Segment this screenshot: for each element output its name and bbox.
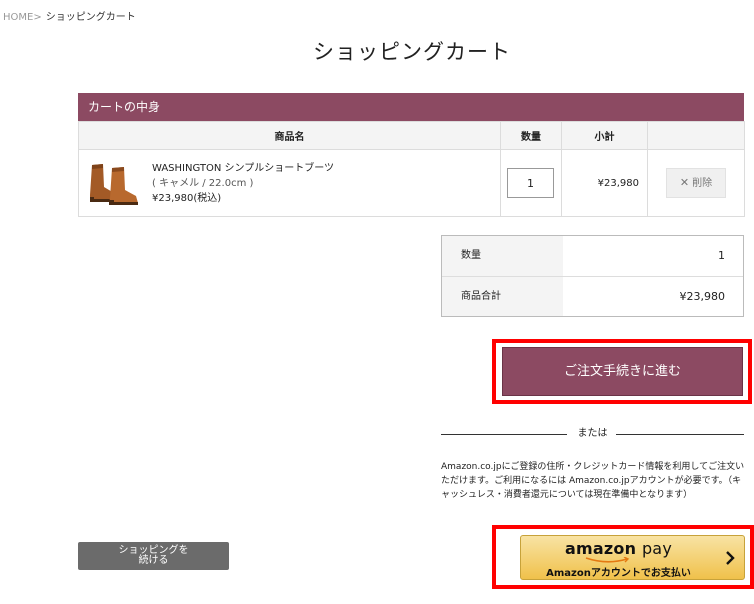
summary-quantity-label: 数量 bbox=[442, 236, 563, 276]
summary-row-quantity: 数量 1 bbox=[442, 236, 743, 276]
breadcrumb-current: ショッピングカート bbox=[45, 12, 136, 23]
cart-table: 商品名 数量 小計 WASHINGTON シンプルショートブーツ (キャメル … bbox=[78, 121, 745, 217]
column-header-product: 商品名 bbox=[78, 121, 501, 150]
amazon-pay-note: Amazon.co.jpにご登録の住所・クレジットカード情報を利用してご注文いた… bbox=[441, 462, 745, 500]
cart-heading: カートの中身 bbox=[78, 93, 744, 121]
breadcrumb: HOME> ショッピングカート bbox=[3, 8, 136, 23]
pay-logo-text: pay bbox=[641, 539, 672, 558]
summary-total-value: ¥23,980 bbox=[679, 290, 726, 303]
breadcrumb-separator: > bbox=[33, 12, 42, 23]
column-header-actions bbox=[647, 121, 745, 150]
amazon-smile-icon bbox=[585, 557, 630, 563]
product-variant: ( キャメル / 22.0cm ) bbox=[152, 177, 254, 189]
summary-quantity-value: 1 bbox=[718, 249, 725, 262]
product-price: ¥23,980(税込) bbox=[152, 192, 222, 204]
order-summary: 数量 1 商品合計 ¥23,980 bbox=[441, 235, 744, 317]
actions-cell: ✕ 削除 bbox=[647, 149, 745, 217]
quantity-input[interactable] bbox=[507, 168, 554, 198]
cart-header-row: 商品名 数量 小計 bbox=[78, 121, 745, 150]
continue-shopping-line2: 続ける bbox=[138, 555, 169, 566]
delete-label: 削除 bbox=[692, 178, 713, 189]
or-divider: または bbox=[441, 426, 744, 442]
continue-shopping-button[interactable]: ショッピングを 続ける bbox=[78, 542, 229, 570]
table-row: WASHINGTON シンプルショートブーツ ( キャメル / 22.0cm )… bbox=[78, 149, 745, 217]
amazon-pay-button[interactable]: amazon pay Amazonアカウントでお支払い bbox=[520, 535, 745, 580]
close-icon: ✕ bbox=[679, 176, 690, 189]
amazon-logo-text: amazon bbox=[565, 539, 637, 558]
quantity-cell bbox=[500, 149, 562, 217]
subtotal-cell: ¥23,980 bbox=[561, 149, 648, 217]
delete-button[interactable]: ✕ 削除 bbox=[666, 168, 726, 198]
chevron-right-icon bbox=[726, 551, 735, 565]
column-header-quantity: 数量 bbox=[500, 121, 562, 150]
amazon-pay-logo: amazon pay bbox=[521, 539, 716, 558]
amazon-pay-sub-label: Amazonアカウントでお支払い bbox=[546, 568, 691, 579]
product-cell: WASHINGTON シンプルショートブーツ ( キャメル / 22.0cm )… bbox=[78, 149, 501, 217]
proceed-to-checkout-button[interactable]: ご注文手続きに進む bbox=[502, 347, 743, 396]
column-header-subtotal: 小計 bbox=[561, 121, 648, 150]
cart-panel: カートの中身 商品名 数量 小計 WASHINGTON シンプルショートブーツ … bbox=[78, 93, 745, 217]
summary-total-label: 商品合計 bbox=[442, 277, 563, 316]
breadcrumb-home-link[interactable]: HOME bbox=[3, 12, 33, 23]
summary-row-total: 商品合計 ¥23,980 bbox=[442, 276, 743, 316]
product-name-link[interactable]: WASHINGTON シンプルショートブーツ bbox=[152, 161, 334, 176]
page-title: ショッピングカート bbox=[313, 40, 511, 64]
divider-line-right bbox=[616, 434, 744, 435]
boots-product-image[interactable] bbox=[84, 159, 144, 207]
